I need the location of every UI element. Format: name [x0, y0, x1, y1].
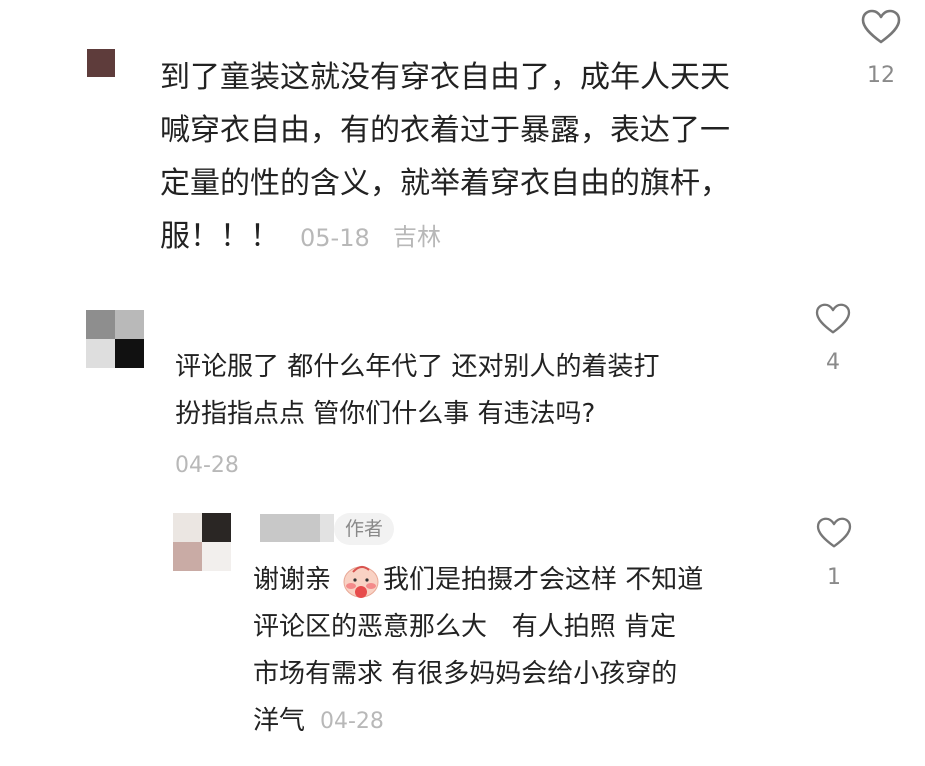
- comment-text-line: 市场有需求 有很多妈妈会给小孩穿的: [253, 659, 678, 689]
- avatar-tile: [86, 310, 115, 339]
- heart-icon[interactable]: [861, 9, 901, 45]
- comment-text-line: 洋气: [253, 706, 306, 736]
- comment-date: 04-28: [175, 453, 239, 478]
- comment-text-line: 服！！！: [160, 219, 280, 254]
- like-count: 4: [826, 350, 840, 375]
- comment-text-line: 喊穿衣自由，有的衣着过于暴露，表达了一: [160, 113, 730, 148]
- comment-text-segment: 谢谢亲: [253, 565, 332, 595]
- comment-text-line: 扮指指点点 管你们什么事 有违法吗?: [175, 399, 596, 429]
- comment-date: 05-18: [300, 224, 370, 252]
- avatar-tile: [202, 542, 231, 571]
- comment-location: 吉林: [393, 223, 441, 251]
- comment-text-line: 评论区的恶意那么大 有人拍照 肯定: [253, 612, 677, 642]
- avatar-tile: [202, 513, 231, 542]
- author-badge: 作者: [334, 513, 394, 545]
- comment-text-line: 定量的性的含义，就举着穿衣自由的旗杆，: [160, 166, 730, 201]
- comment-text-line: 到了童装这就没有穿衣自由了，成年人天天: [160, 60, 730, 95]
- avatar-tile: [173, 542, 202, 571]
- comment-text-segment: 我们是拍摄才会这样 不知道: [383, 565, 704, 595]
- avatar[interactable]: [86, 310, 144, 368]
- heart-icon[interactable]: [815, 303, 851, 335]
- username-redacted-fade: [320, 514, 334, 542]
- like-count: 1: [827, 565, 841, 590]
- avatar-tile: [115, 310, 144, 339]
- avatar-tile: [115, 339, 144, 368]
- like-count: 12: [867, 63, 895, 88]
- comment-text-line: 评论服了 都什么年代了 还对别人的着装打: [175, 352, 660, 382]
- avatar-tile: [173, 513, 202, 542]
- comment-date: 04-28: [320, 709, 384, 734]
- avatar[interactable]: [87, 49, 115, 77]
- heart-icon[interactable]: [816, 517, 852, 549]
- shy-face-emoji-icon: [341, 560, 381, 604]
- avatar-tile: [86, 339, 115, 368]
- username-redacted[interactable]: [260, 514, 320, 542]
- avatar[interactable]: [173, 513, 231, 571]
